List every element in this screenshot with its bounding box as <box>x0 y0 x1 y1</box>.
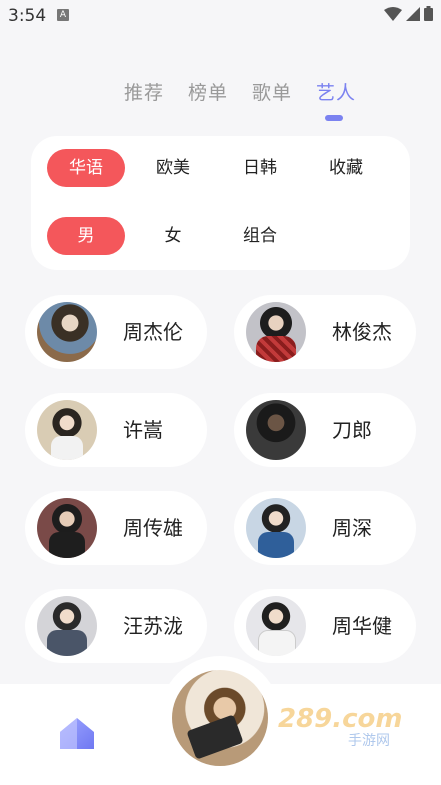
artist-name: 周杰伦 <box>123 320 183 344</box>
artist-avatar <box>37 498 97 558</box>
artist-card[interactable]: 周深 <box>234 491 416 565</box>
artist-avatar <box>246 596 306 656</box>
status-bar: 3:54 A <box>0 0 441 32</box>
filter-type-male[interactable]: 男 <box>47 217 125 255</box>
album-cover <box>186 714 244 760</box>
tab-artists[interactable]: 艺人 <box>316 78 356 105</box>
tab-playlists[interactable]: 歌单 <box>252 78 292 105</box>
artist-avatar <box>37 400 97 460</box>
artist-name: 许嵩 <box>123 418 163 442</box>
filter-type-female[interactable]: 女 <box>134 217 212 255</box>
artist-card[interactable]: 刀郎 <box>234 393 416 467</box>
artist-avatar <box>246 400 306 460</box>
home-icon[interactable] <box>58 716 96 754</box>
filter-region-favorites[interactable]: 收藏 <box>307 149 385 187</box>
watermark: 289.com 手游网 <box>278 704 418 749</box>
filter-region-jpkr[interactable]: 日韩 <box>221 149 299 187</box>
artist-name: 周传雄 <box>123 516 183 540</box>
artist-card[interactable]: 林俊杰 <box>234 295 416 369</box>
artist-avatar <box>37 302 97 362</box>
top-tabs: 推荐 榜单 歌单 艺人 <box>0 78 441 108</box>
artist-name: 林俊杰 <box>332 320 392 344</box>
watermark-subtext: 手游网 <box>348 733 390 749</box>
artist-avatar <box>246 498 306 558</box>
filter-region-chinese[interactable]: 华语 <box>47 149 125 187</box>
filter-region-western[interactable]: 欧美 <box>134 149 212 187</box>
artist-name: 周深 <box>332 516 372 540</box>
tab-charts[interactable]: 榜单 <box>188 78 228 105</box>
artist-card[interactable]: 周华健 <box>234 589 416 663</box>
now-playing-disc[interactable] <box>172 670 268 766</box>
artist-card[interactable]: 周杰伦 <box>25 295 207 369</box>
artist-card[interactable]: 汪苏泷 <box>25 589 207 663</box>
signal-icon <box>406 6 420 21</box>
wifi-icon <box>384 6 402 21</box>
artist-card[interactable]: 许嵩 <box>25 393 207 467</box>
tab-recommend[interactable]: 推荐 <box>124 78 164 105</box>
artist-name: 周华健 <box>332 614 392 638</box>
status-time: 3:54 <box>8 6 47 26</box>
filter-type-group[interactable]: 组合 <box>221 217 299 255</box>
artist-avatar <box>37 596 97 656</box>
artist-name: 刀郎 <box>332 418 372 442</box>
artist-avatar <box>246 302 306 362</box>
active-tab-indicator <box>325 115 343 121</box>
filter-card: 华语 欧美 日韩 收藏 男 女 组合 <box>31 136 410 270</box>
artist-name: 汪苏泷 <box>123 614 183 638</box>
battery-icon <box>424 6 433 21</box>
notification-icon: A <box>57 9 69 21</box>
artist-card[interactable]: 周传雄 <box>25 491 207 565</box>
